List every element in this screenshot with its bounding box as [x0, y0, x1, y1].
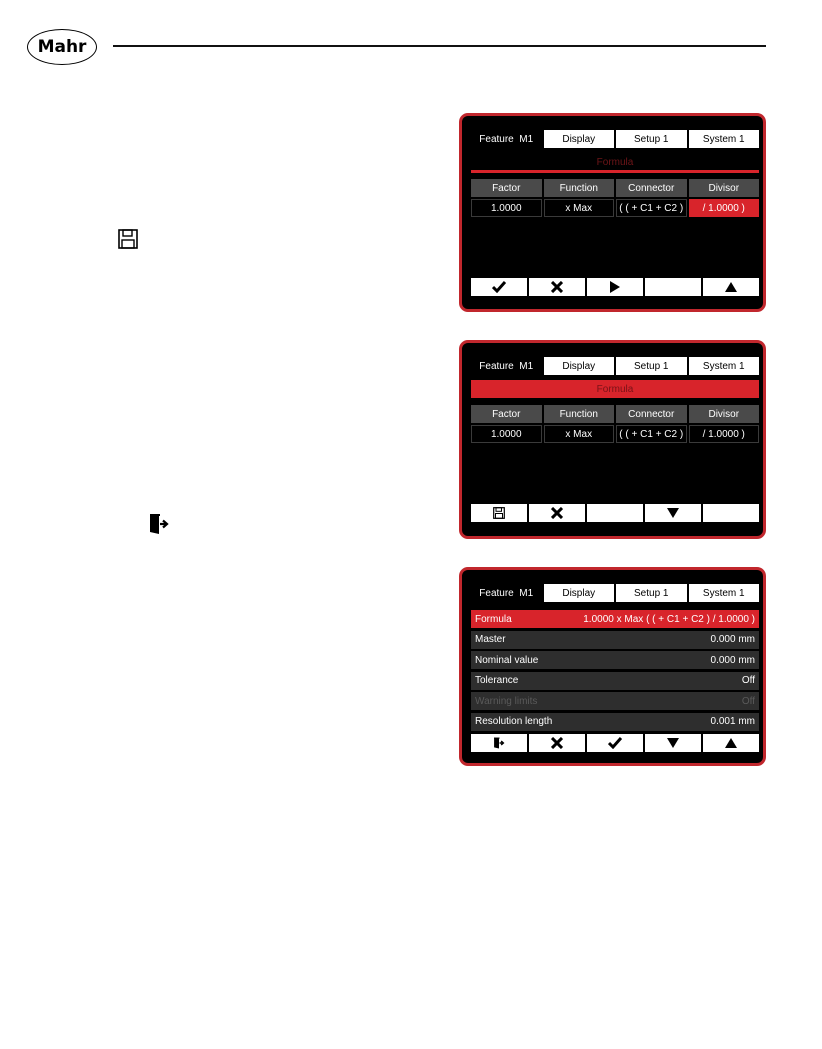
empty-softkey[interactable]	[703, 504, 759, 522]
formula-table: Factor Function Connector Divisor 1.0000…	[471, 179, 759, 219]
tab-display[interactable]: Display	[543, 357, 614, 375]
row-value: Off	[741, 675, 755, 687]
row-label: Resolution length	[475, 716, 553, 728]
cancel-button[interactable]	[529, 504, 585, 522]
play-icon	[610, 281, 620, 293]
tab-feature[interactable]: Feature M1	[471, 130, 542, 148]
row-label: Formula	[475, 613, 512, 625]
check-button[interactable]	[587, 734, 643, 752]
tab-feature[interactable]: Feature M1	[471, 357, 542, 375]
column-header-factor: Factor	[471, 405, 542, 423]
column-header-connector: Connector	[616, 405, 687, 423]
softkey-bar	[471, 504, 759, 522]
next-button[interactable]	[587, 278, 643, 296]
check-button[interactable]	[471, 278, 527, 296]
column-header-divisor: Divisor	[688, 405, 759, 423]
softkey-bar	[471, 734, 759, 752]
column-header-function: Function	[543, 179, 614, 197]
check-icon	[492, 281, 506, 293]
divisor-value[interactable]: / 1.0000 )	[688, 199, 759, 217]
up-button[interactable]	[703, 734, 759, 752]
save-button[interactable]	[471, 504, 527, 522]
row-label: Master	[475, 634, 506, 646]
header-rule	[113, 45, 766, 47]
row-value: 1.0000 x Max ( ( + C1 + C2 ) / 1.0000 )	[583, 613, 755, 625]
cancel-button[interactable]	[529, 734, 585, 752]
tab-bar: Feature M1 Display Setup 1 System 1	[471, 584, 759, 602]
exit-button[interactable]	[471, 734, 527, 752]
divisor-value[interactable]: / 1.0000 )	[688, 425, 759, 443]
triangle-up-icon	[725, 282, 737, 292]
tab-bar: Feature M1 Display Setup 1 System 1	[471, 130, 759, 148]
column-header-function: Function	[543, 405, 614, 423]
tolerance-row[interactable]: Tolerance Off	[471, 671, 759, 690]
exit-icon	[148, 513, 170, 535]
tab-setup[interactable]: Setup 1	[616, 357, 687, 375]
row-label: Nominal value	[475, 654, 539, 666]
row-value: Off	[741, 695, 755, 707]
master-row[interactable]: Master 0.000 mm	[471, 630, 759, 649]
triangle-up-icon	[725, 738, 737, 748]
tab-display[interactable]: Display	[543, 584, 614, 602]
device-screen-1: Feature M1 Display Setup 1 System 1 Form…	[459, 113, 766, 312]
formula-underline	[471, 170, 759, 173]
tab-system[interactable]: System 1	[688, 130, 759, 148]
check-icon	[608, 737, 622, 749]
tab-setup[interactable]: Setup 1	[616, 130, 687, 148]
tab-display[interactable]: Display	[543, 130, 614, 148]
mahr-logo: Mahr	[27, 29, 97, 65]
tab-system[interactable]: System 1	[688, 584, 759, 602]
row-label: Tolerance	[475, 675, 519, 687]
triangle-down-icon	[667, 738, 679, 748]
cancel-button[interactable]	[529, 278, 585, 296]
empty-softkey[interactable]	[587, 504, 643, 522]
tab-feature[interactable]: Feature M1	[471, 584, 542, 602]
connector-value[interactable]: ( ( + C1 + C2 )	[616, 199, 687, 217]
triangle-down-icon	[667, 508, 679, 518]
function-value[interactable]: x Max	[543, 425, 614, 443]
tab-system[interactable]: System 1	[688, 357, 759, 375]
formula-title: Formula	[596, 156, 634, 168]
settings-list: Formula 1.0000 x Max ( ( + C1 + C2 ) / 1…	[471, 610, 759, 734]
function-value[interactable]: x Max	[543, 199, 614, 217]
connector-value[interactable]: ( ( + C1 + C2 )	[616, 425, 687, 443]
row-value: 0.000 mm	[710, 634, 755, 646]
formula-table: Factor Function Connector Divisor 1.0000…	[471, 405, 759, 445]
factor-value[interactable]: 1.0000	[471, 425, 542, 443]
down-button[interactable]	[645, 734, 701, 752]
nominal-value-row[interactable]: Nominal value 0.000 mm	[471, 651, 759, 670]
row-value: 0.000 mm	[710, 654, 755, 666]
softkey-bar	[471, 278, 759, 296]
save-icon	[118, 229, 138, 249]
row-value: 0.001 mm	[710, 716, 755, 728]
formula-row[interactable]: Formula 1.0000 x Max ( ( + C1 + C2 ) / 1…	[471, 610, 759, 628]
device-screen-3: Feature M1 Display Setup 1 System 1 Form…	[459, 567, 766, 766]
close-icon	[551, 507, 563, 519]
factor-value[interactable]: 1.0000	[471, 199, 542, 217]
exit-icon	[494, 737, 505, 749]
tab-setup[interactable]: Setup 1	[616, 584, 687, 602]
column-header-factor: Factor	[471, 179, 542, 197]
row-label: Warning limits	[475, 695, 538, 707]
empty-softkey[interactable]	[645, 278, 701, 296]
close-icon	[551, 281, 563, 293]
device-screen-2: Feature M1 Display Setup 1 System 1 Form…	[459, 340, 766, 539]
warning-limits-row: Warning limits Off	[471, 692, 759, 711]
tab-bar: Feature M1 Display Setup 1 System 1	[471, 357, 759, 375]
column-header-divisor: Divisor	[688, 179, 759, 197]
column-header-connector: Connector	[616, 179, 687, 197]
formula-title[interactable]: Formula	[471, 380, 759, 398]
save-icon	[493, 507, 505, 519]
up-button[interactable]	[703, 278, 759, 296]
close-icon	[551, 737, 563, 749]
down-button[interactable]	[645, 504, 701, 522]
resolution-length-row[interactable]: Resolution length 0.001 mm	[471, 712, 759, 731]
